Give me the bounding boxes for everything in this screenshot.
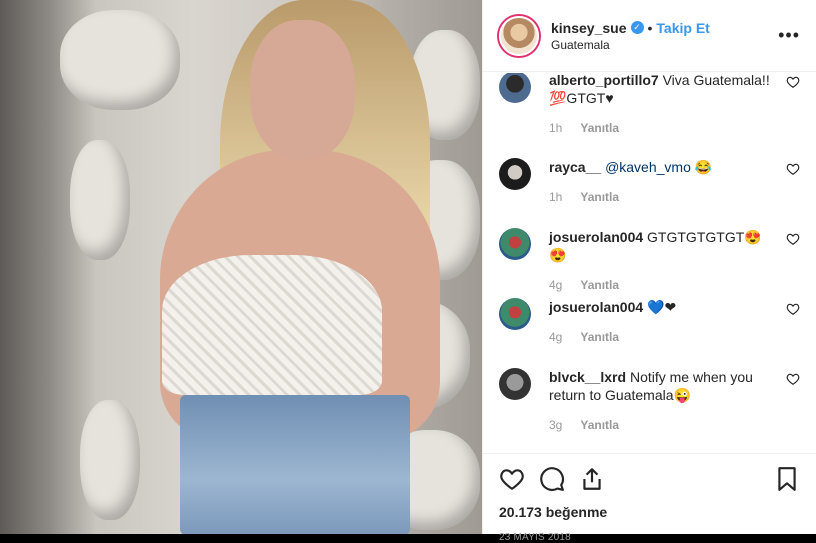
comment-text: 💙❤ [647, 299, 677, 315]
comment-time[interactable]: 4g [549, 330, 562, 344]
crochet-top [162, 255, 382, 395]
reply-button[interactable]: Yanıtla [580, 190, 619, 204]
comment-item: alberto_portillo7 Viva Guatemala!! 💯GTGT… [499, 73, 800, 135]
heart-icon[interactable] [786, 302, 800, 316]
like-heart-icon[interactable] [499, 466, 525, 492]
comment-item: blvck__lxrd Notify me when you return to… [499, 368, 800, 432]
reply-button[interactable]: Yanıtla [580, 330, 619, 344]
post-actions: 20.173 beğenme 23 MAYIS 2018 [483, 453, 816, 543]
more-icon[interactable]: ••• [778, 25, 800, 46]
comment-time[interactable]: 4g [549, 278, 562, 292]
post-photo[interactable] [0, 0, 482, 534]
comment-username[interactable]: rayca__ [549, 159, 601, 175]
jeans [180, 395, 410, 534]
comment-username[interactable]: josuerolan004 [549, 229, 643, 245]
comment-time[interactable]: 3g [549, 418, 562, 432]
author-username[interactable]: kinsey_sue [551, 20, 627, 36]
comments-list[interactable]: alberto_portillo7 Viva Guatemala!! 💯GTGT… [483, 73, 816, 453]
comment-username[interactable]: josuerolan004 [549, 299, 643, 315]
likes-number: 20.173 [499, 504, 542, 520]
reply-button[interactable]: Yanıtla [580, 121, 619, 135]
person-figure [70, 0, 440, 534]
comment-item: josuerolan004 💙❤ 4g Yanıtla [499, 298, 800, 344]
heart-icon[interactable] [786, 232, 800, 246]
bookmark-icon[interactable] [774, 466, 800, 492]
heart-icon[interactable] [786, 75, 800, 89]
action-icons [499, 464, 800, 494]
comment-icon[interactable] [539, 466, 565, 492]
share-icon[interactable] [579, 466, 605, 492]
comment-username[interactable]: alberto_portillo7 [549, 73, 659, 88]
heart-icon[interactable] [786, 372, 800, 386]
comment-item: josuerolan004 GTGTGTGTGT😍😍 4g Yanıtla [499, 228, 800, 292]
comment-mention[interactable]: @kaveh_vmo [605, 159, 691, 175]
post-sidebar: kinsey_sue ✓ • Takip Et Guatemala ••• al… [482, 0, 816, 543]
comment-item: rayca__ @kaveh_vmo 😂 1h Yanıtla [499, 158, 800, 204]
commenter-avatar[interactable] [499, 73, 531, 103]
commenter-avatar[interactable] [499, 298, 531, 330]
heart-icon[interactable] [786, 162, 800, 176]
post-header: kinsey_sue ✓ • Takip Et Guatemala ••• [483, 0, 816, 72]
comment-username[interactable]: blvck__lxrd [549, 369, 626, 385]
header-text: kinsey_sue ✓ • Takip Et Guatemala [551, 20, 778, 52]
post-location[interactable]: Guatemala [551, 38, 778, 52]
comment-time[interactable]: 1h [549, 190, 562, 204]
face [250, 20, 355, 160]
follow-button[interactable]: Takip Et [656, 20, 709, 36]
reply-button[interactable]: Yanıtla [580, 418, 619, 432]
commenter-avatar[interactable] [499, 158, 531, 190]
verified-icon: ✓ [630, 21, 644, 34]
comment-time[interactable]: 1h [549, 121, 562, 135]
commenter-avatar[interactable] [499, 228, 531, 260]
likes-label: beğenme [545, 504, 608, 520]
reply-button[interactable]: Yanıtla [580, 278, 619, 292]
author-avatar[interactable] [499, 15, 539, 56]
likes-count[interactable]: 20.173 beğenme [499, 504, 800, 520]
commenter-avatar[interactable] [499, 368, 531, 400]
separator-dot: • [647, 19, 653, 36]
comment-text: 😂 [690, 159, 713, 175]
